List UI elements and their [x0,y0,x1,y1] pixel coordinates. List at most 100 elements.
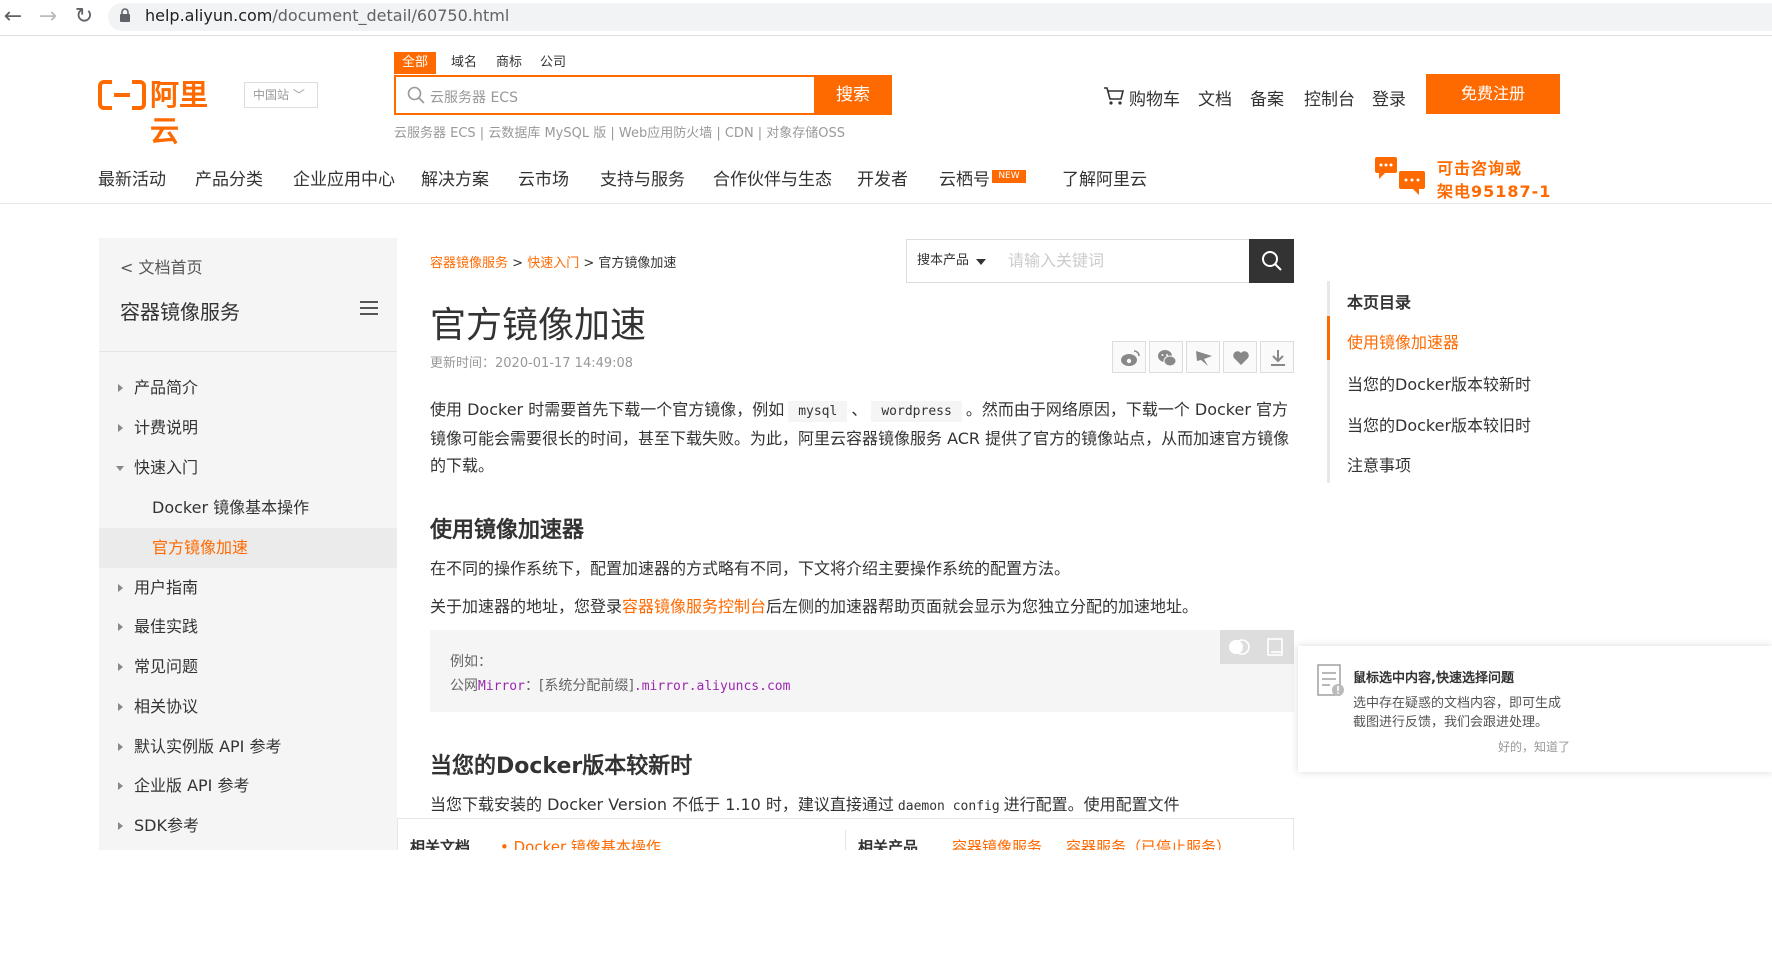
sidebar-item-label: 快速入门 [134,458,199,477]
lock-icon [120,8,130,22]
nav-marketplace[interactable]: 云市场 [518,165,569,190]
keyword-search-button[interactable] [1249,239,1294,283]
console-link[interactable]: 控制台 [1304,85,1355,110]
sidebar-item-label: 默认实例版 API 参考 [134,737,282,756]
toc-item-old-docker[interactable]: 当您的Docker版本较旧时 [1347,412,1531,436]
region-label: 中国站 [253,88,290,102]
inline-code-mysql: mysql [788,401,848,422]
nav-yunqi[interactable]: 云栖号 [939,165,990,190]
breadcrumb-item-acr[interactable]: 容器镜像服务 [430,256,508,271]
sidebar-item-default-api[interactable]: 默认实例版 API 参考 [99,727,397,767]
feedback-dismiss-button[interactable]: 好的，知道了 [1498,738,1570,755]
logo-bracket-icon [98,80,146,110]
sidebar-title: 容器镜像服务 [120,300,240,324]
toc-item-notes[interactable]: 注意事项 [1347,452,1411,476]
sidebar-item-label: 产品简介 [134,378,199,397]
search-tab-company[interactable]: 公司 [532,52,574,74]
nav-support[interactable]: 支持与服务 [600,165,685,190]
search-button[interactable]: 搜索 [814,75,892,115]
hot-search-words[interactable]: 云服务器 ECS | 云数据库 MySQL 版 | Web应用防火墙 | CDN… [394,122,845,141]
update-time: 更新时间：2020-01-17 14:49:08 [430,356,634,371]
search-icon [407,86,425,104]
copy-icon[interactable] [1266,637,1286,657]
heart-icon [1233,351,1249,365]
search-tab-domain[interactable]: 域名 [443,52,485,74]
logo-text: 阿里云 [150,78,209,148]
acr-console-link[interactable]: 容器镜像服务控制台 [622,597,766,616]
sidebar-item-label: SDK参考 [134,816,199,835]
reload-icon[interactable]: ↻ [71,4,97,30]
region-selector[interactable]: 中国站 ﹀ [244,82,318,108]
code-text-prefix: ：[系统分配前缀] [524,678,634,694]
sidebar-item-faq[interactable]: 常见问题 [99,647,397,687]
sidebar-item-product-intro[interactable]: 产品简介 [99,368,397,408]
search-tab-trademark[interactable]: 商标 [488,52,530,74]
download-button[interactable] [1260,341,1294,373]
breadcrumb-separator: > [508,256,528,271]
sidebar-item-agreements[interactable]: 相关协议 [99,687,397,727]
sidebar-item-enterprise-api[interactable]: 企业版 API 参考 [99,766,397,806]
doc-home-link[interactable]: < 文档首页 [120,254,203,278]
consult-text-2[interactable]: 架电95187-1 [1437,178,1551,202]
cart-icon[interactable] [1103,86,1125,106]
weibo-share-button[interactable] [1112,341,1146,373]
nav-product-categories[interactable]: 产品分类 [195,165,263,190]
cart-link[interactable]: 购物车 [1129,85,1180,110]
nav-about[interactable]: 了解阿里云 [1062,165,1147,190]
theme-toggle-icon[interactable] [1226,637,1252,657]
code-toolbar [1220,630,1294,664]
nav-partners[interactable]: 合作伙伴与生态 [713,165,832,190]
p3-text-b: 进行配置。使用配置文件 [1003,795,1180,814]
url-path: /document_detail/60750.html [272,6,510,25]
code-line-mirror: 公网Mirror：[系统分配前缀].mirror.aliyuncs.com [450,675,790,695]
filing-link[interactable]: 备案 [1250,85,1284,110]
caret-right-icon [118,424,123,432]
url-host: help.aliyun.com [145,6,273,25]
p3-text-a: 当您下载安装的 Docker Version 不低于 1.10 时，建议直接通过 [430,795,894,814]
paragraph-os-config: 在不同的操作系统下，配置加速器的方式略有不同，下文将介绍主要操作系统的配置方法。 [430,559,1071,578]
sidebar-item-label: 企业版 API 参考 [134,776,250,795]
keyword-search-input[interactable]: 请输入关键词 [994,239,1250,283]
code-text-domain: .mirror.aliyuncs.com [633,679,791,694]
sidebar-item-best-practices[interactable]: 最佳实践 [99,607,397,647]
nav-solutions[interactable]: 解决方案 [421,165,489,190]
caret-right-icon [118,623,123,631]
search-tab-all[interactable]: 全部 [394,52,437,74]
sidebar-item-docker-basics[interactable]: Docker 镜像基本操作 [99,488,397,528]
sidebar-item-user-guide[interactable]: 用户指南 [99,568,397,608]
docs-link[interactable]: 文档 [1198,85,1232,110]
p2-text-a: 关于加速器的地址，您登录 [430,597,623,616]
toc-title: 本页目录 [1347,293,1412,312]
sidebar-item-mirror-accel[interactable]: 官方镜像加速 [99,528,397,568]
menu-icon[interactable] [360,301,378,315]
url-text[interactable]: help.aliyun.com/document_detail/60750.ht… [145,6,509,25]
sidebar-item-quickstart[interactable]: 快速入门 [99,448,397,488]
dingtalk-share-button[interactable] [1186,341,1220,373]
consult-text-1[interactable]: 可击咨询或 [1437,155,1522,179]
breadcrumb-item-quickstart[interactable]: 快速入门 [527,256,579,271]
favorite-button[interactable] [1223,341,1257,373]
nav-developers[interactable]: 开发者 [857,165,908,190]
nav-latest-events[interactable]: 最新活动 [98,165,166,190]
p2-text-b: 后左侧的加速器帮助页面就会显示为您独立分配的加速地址。 [766,597,1199,616]
sidebar-item-label: 用户指南 [134,578,199,597]
forward-icon[interactable]: → [35,4,61,30]
login-link[interactable]: 登录 [1372,85,1406,110]
sidebar-item-billing[interactable]: 计费说明 [99,408,397,448]
sidebar-item-label: 官方镜像加速 [152,538,249,557]
toc-item-accelerator[interactable]: 使用镜像加速器 [1347,329,1459,353]
back-icon[interactable]: ← [0,4,26,30]
aliyun-logo[interactable]: 阿里云 [98,77,232,148]
register-button[interactable]: 免费注册 [1426,74,1560,114]
feedback-title: 鼠标选中内容,快速选择问题 [1353,671,1514,686]
code-block [430,630,1294,712]
sidebar-item-sdk[interactable]: SDK参考 [99,806,397,850]
caret-right-icon [118,663,123,671]
wechat-share-button[interactable] [1149,341,1183,373]
nav-enterprise-apps[interactable]: 企业应用中心 [293,165,395,190]
page-title: 官方镜像加速 [430,305,647,346]
intro-separator: 、 [851,400,868,419]
code-text-public: 公网 [450,678,478,694]
toc-item-new-docker[interactable]: 当您的Docker版本较新时 [1347,371,1531,395]
chat-bubbles-icon[interactable] [1373,155,1429,195]
